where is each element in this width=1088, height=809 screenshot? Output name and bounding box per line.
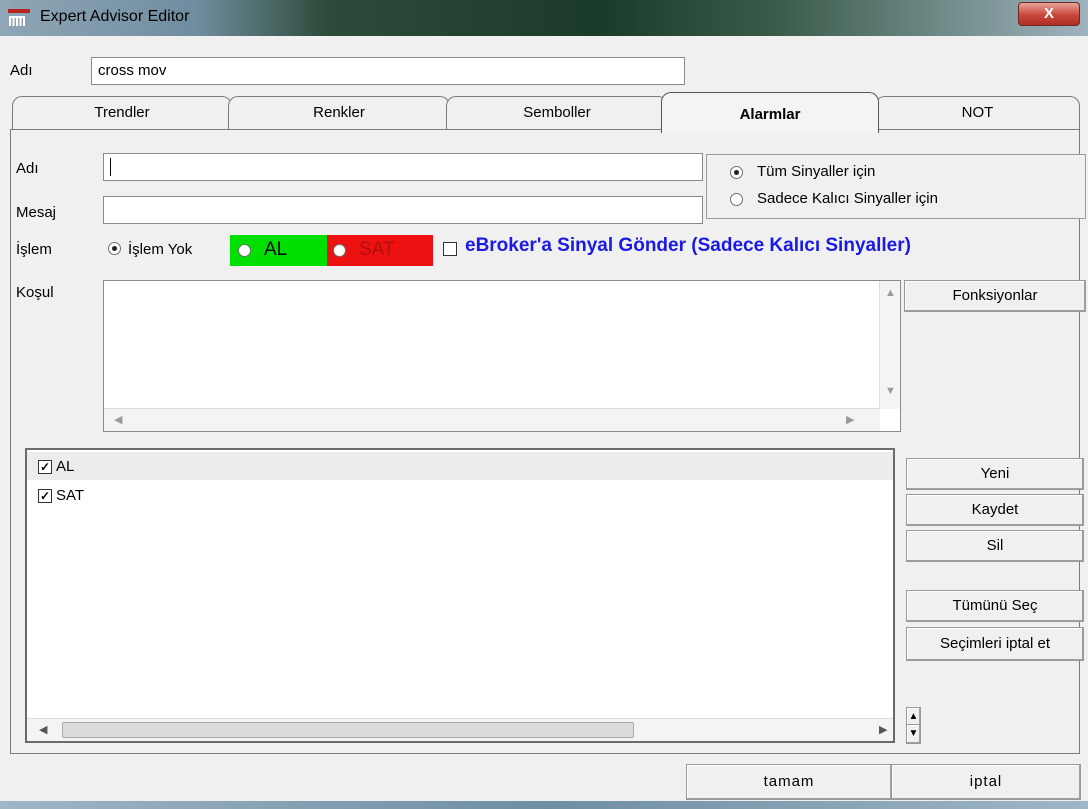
save-button[interactable]: Kaydet [906,494,1084,526]
sell-label: SAT [359,239,395,260]
list-item-label: SAT [56,487,85,504]
tab-not[interactable]: NOT [875,96,1080,129]
condition-vscroll[interactable]: ▲ ▼ [879,281,900,409]
list-item[interactable]: ✓ SAT [27,482,893,510]
name-input[interactable]: cross mov [91,57,685,85]
select-all-button[interactable]: Tümünü Seç [906,590,1084,622]
window-title: Expert Advisor Editor [40,8,190,25]
radio-sell[interactable] [333,244,346,257]
scroll-right-icon[interactable]: ▶ [879,723,887,736]
tab-alarmlar[interactable]: Alarmlar [661,92,879,133]
alarm-name-input[interactable] [103,153,703,181]
new-button[interactable]: Yeni [906,458,1084,490]
radio-all-signals[interactable] [730,166,743,179]
buy-label: AL [264,239,288,260]
radio-no-action[interactable] [108,242,121,255]
deselect-all-button[interactable]: Seçimleri iptal et [906,627,1084,661]
delete-button[interactable]: Sil [906,530,1084,562]
buy-option[interactable]: AL [230,235,327,266]
condition-textarea[interactable]: ▲ ▼ ◀ ▶ [103,280,901,432]
signal-scope-group: Tüm Sinyaller için Sadece Kalıcı Sinyall… [706,154,1086,219]
action-label: İşlem [16,241,52,258]
condition-text [104,281,900,289]
all-signals-label: Tüm Sinyaller için [757,163,876,180]
tab-semboller[interactable]: Semboller [446,96,668,129]
scroll-left-icon[interactable]: ◀ [39,723,47,736]
scroll-left-icon[interactable]: ◀ [114,413,122,426]
alarm-list[interactable]: ✓ AL ✓ SAT ◀ ▶ [25,448,895,743]
tab-renkler[interactable]: Renkler [228,96,450,129]
scroll-right-icon[interactable]: ▶ [846,413,854,426]
alarm-name-label: Adı [16,160,39,177]
item-checkbox[interactable]: ✓ [38,489,52,503]
app-icon [8,9,30,26]
text-cursor [110,158,111,176]
ebroker-checkbox[interactable] [443,242,457,256]
item-checkbox[interactable]: ✓ [38,460,52,474]
list-item[interactable]: ✓ AL [27,452,893,480]
radio-buy[interactable] [238,244,251,257]
move-down-icon[interactable]: ▼ [906,724,921,744]
ok-button[interactable]: tamam [686,764,892,800]
message-input[interactable] [103,196,703,224]
condition-hscroll[interactable]: ◀ ▶ [104,408,880,431]
message-label: Mesaj [16,204,57,221]
list-item-label: AL [56,458,75,475]
close-button[interactable]: X [1018,2,1080,26]
title-bar: Expert Advisor Editor X [0,0,1088,36]
ebroker-label: eBroker'a Sinyal Gönder (Sadece Kalıcı S… [465,235,911,256]
no-action-label: İşlem Yok [128,241,193,258]
persistent-signals-label: Sadece Kalıcı Sinyaller için [757,190,938,207]
functions-button[interactable]: Fonksiyonlar [904,280,1086,312]
list-hscroll[interactable]: ◀ ▶ [27,718,893,741]
sell-option[interactable]: SAT [327,235,433,266]
window-bottom-border [0,801,1088,809]
tab-trendler[interactable]: Trendler [12,96,232,129]
cancel-button[interactable]: iptal [891,764,1081,800]
scroll-down-icon[interactable]: ▼ [885,385,896,397]
condition-label: Koşul [16,284,54,301]
scroll-up-icon[interactable]: ▲ [885,287,896,299]
list-hscroll-thumb[interactable] [62,722,634,738]
name-label: Adı [10,62,33,79]
radio-persistent-signals[interactable] [730,193,743,206]
